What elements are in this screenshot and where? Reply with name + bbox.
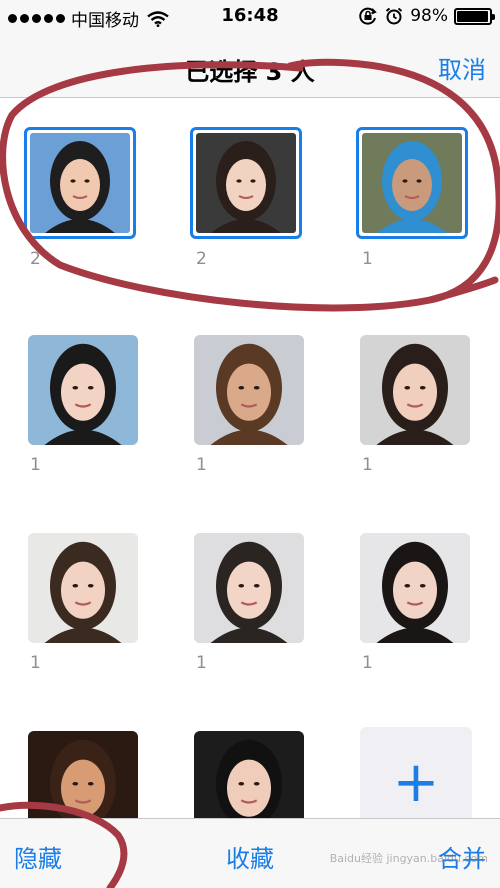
photo-count: 1 <box>362 653 373 673</box>
person-cell[interactable]: 1 <box>194 335 304 475</box>
face-thumbnail <box>362 133 462 233</box>
person-photo[interactable] <box>190 127 302 239</box>
battery-percent: 98% <box>410 6 448 26</box>
navigation-bar: 已选择 3 人 取消 <box>0 34 500 98</box>
photo-count: 1 <box>30 455 41 475</box>
face-thumbnail <box>194 335 304 445</box>
person-photo[interactable] <box>28 533 138 643</box>
person-cell[interactable]: 1 <box>356 127 468 269</box>
person-cell[interactable]: 2 <box>190 127 302 269</box>
orientation-lock-icon <box>359 7 377 25</box>
photo-count: 1 <box>362 455 373 475</box>
cancel-button[interactable]: 取消 <box>438 50 486 85</box>
face-thumbnail <box>28 335 138 445</box>
person-photo[interactable] <box>194 335 304 445</box>
photo-count: 1 <box>196 653 207 673</box>
person-cell[interactable]: 1 <box>360 533 470 673</box>
bottom-toolbar: 隐藏 收藏 合并 Baidu经验 jingyan.baidu.com <box>0 818 500 888</box>
face-thumbnail <box>360 533 470 643</box>
person-photo[interactable] <box>194 533 304 643</box>
person-cell[interactable]: 1 <box>360 335 470 475</box>
person-photo[interactable] <box>356 127 468 239</box>
photo-count: 1 <box>362 249 373 269</box>
person-photo[interactable] <box>360 533 470 643</box>
person-cell[interactable]: 2 <box>24 127 136 269</box>
watermark: Baidu经验 jingyan.baidu.com <box>329 852 488 865</box>
photo-count: 1 <box>30 653 41 673</box>
battery-icon <box>454 7 495 25</box>
person-photo[interactable] <box>28 335 138 445</box>
person-photo[interactable] <box>360 335 470 445</box>
photo-count: 2 <box>30 249 41 269</box>
person-cell[interactable]: 1 <box>28 533 138 673</box>
photo-count: 1 <box>196 455 207 475</box>
face-thumbnail <box>360 335 470 445</box>
person-photo[interactable] <box>24 127 136 239</box>
person-cell[interactable]: 1 <box>194 533 304 673</box>
face-thumbnail <box>28 533 138 643</box>
alarm-icon <box>386 7 403 25</box>
face-thumbnail <box>196 133 296 233</box>
photo-count: 2 <box>196 249 207 269</box>
page-title: 已选择 3 人 <box>185 58 315 86</box>
person-cell[interactable]: 1 <box>28 335 138 475</box>
status-bar: 中国移动 16:48 98% <box>0 0 500 34</box>
face-thumbnail <box>30 133 130 233</box>
status-right: 98% <box>358 6 495 26</box>
face-thumbnail <box>194 533 304 643</box>
battery-level <box>457 10 489 22</box>
